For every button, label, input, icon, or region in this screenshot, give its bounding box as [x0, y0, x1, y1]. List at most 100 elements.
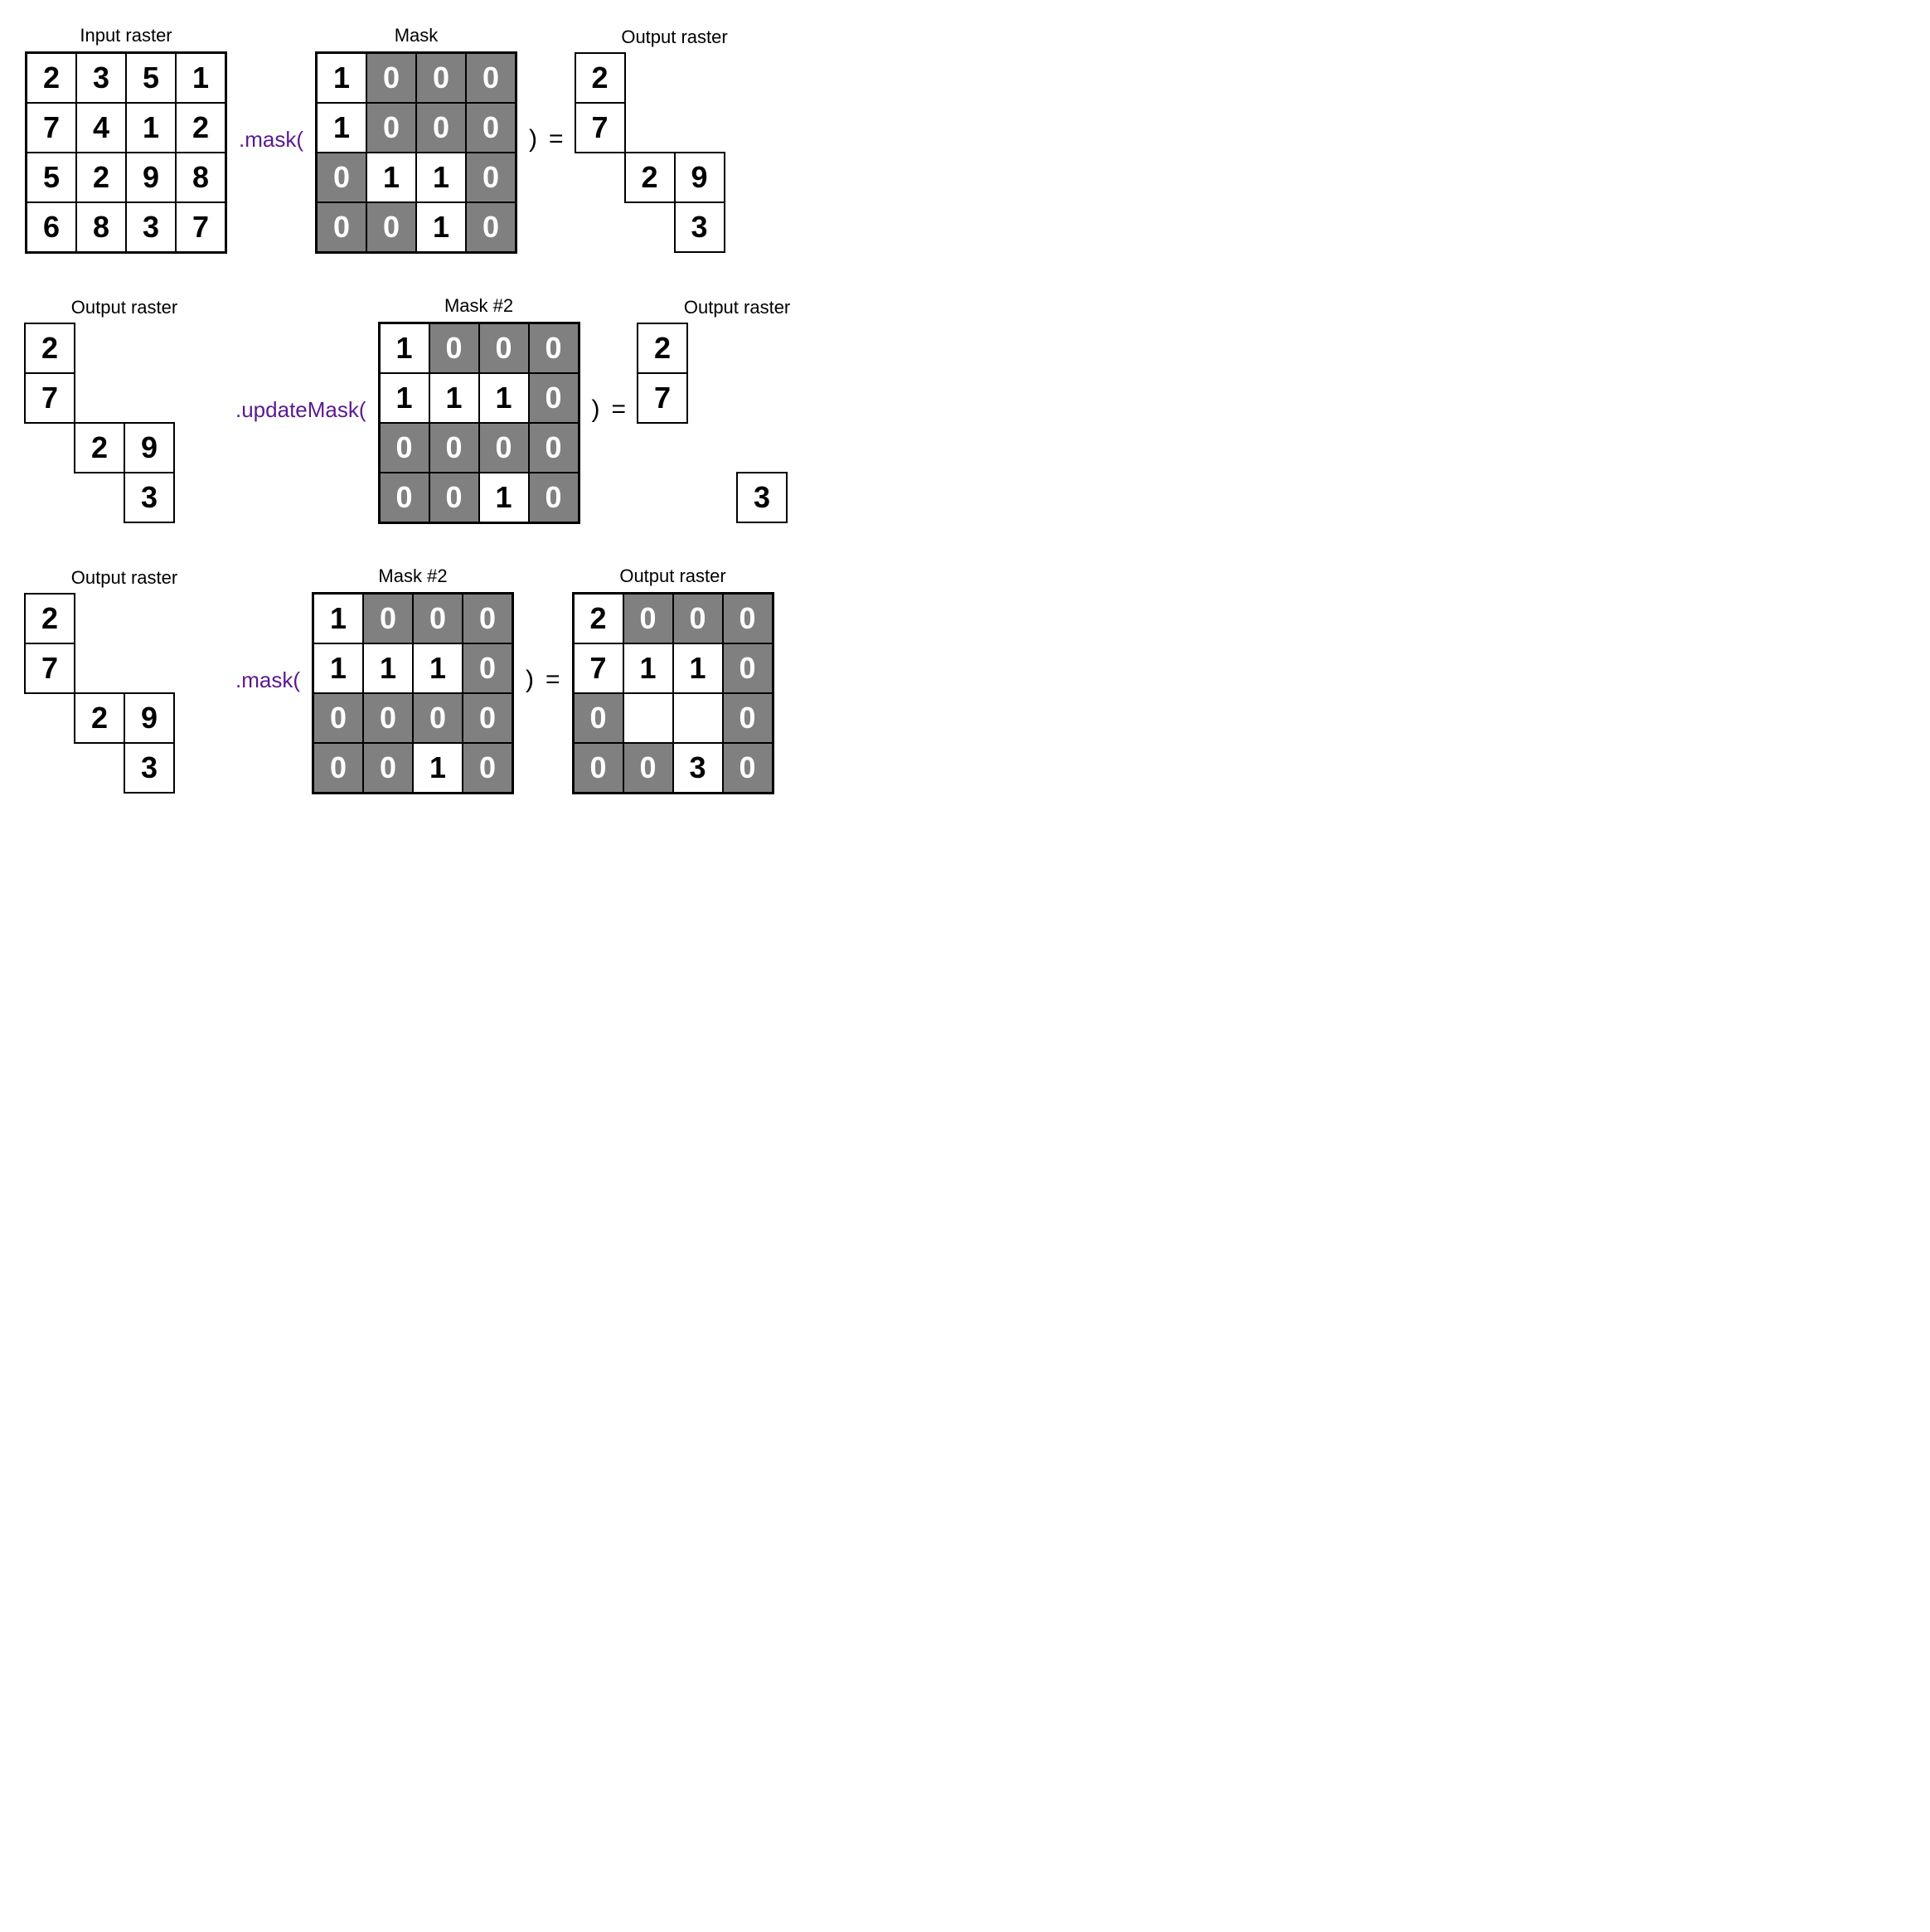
mask-cell: 0 — [465, 152, 516, 203]
mask-cell: 0 — [379, 422, 430, 473]
output-cell — [674, 102, 725, 153]
grid-cell: 1 — [175, 52, 226, 104]
input-raster-grid-1: 2351741252986837 — [25, 51, 227, 254]
output-cell: 3 — [672, 742, 724, 794]
mask-cell: 0 — [462, 692, 513, 744]
output-cell — [124, 372, 175, 424]
mask-block-2: Mask #2 1000111000000010 — [378, 295, 580, 524]
input-raster-grid-3: 27293 — [25, 594, 224, 793]
output-cell: 2 — [624, 152, 676, 203]
output-cell: 0 — [573, 692, 624, 744]
output-cell — [686, 472, 738, 523]
close-paren-3: ) — [526, 580, 534, 779]
output-cell — [674, 52, 725, 104]
mask-grid-1: 1000100001100010 — [315, 51, 517, 254]
grid-cell: 8 — [175, 152, 226, 203]
output-cell — [74, 643, 125, 694]
mask-cell: 0 — [415, 52, 467, 104]
mask-cell: 0 — [429, 472, 480, 523]
mask-cell: 0 — [478, 422, 530, 473]
mask-title-2: Mask #2 — [444, 295, 513, 317]
output-cell — [624, 52, 676, 104]
output-cell — [686, 323, 738, 374]
mask-cell: 0 — [412, 593, 463, 644]
input-raster-grid-2: 27293 — [25, 323, 224, 522]
mask-cell: 1 — [478, 472, 530, 523]
output-cell — [786, 372, 837, 424]
close-paren-1: ) — [529, 40, 537, 239]
output-cell — [24, 472, 75, 523]
output-cell: 2 — [637, 323, 688, 374]
output-cell: 3 — [736, 472, 788, 523]
output-cell: 7 — [637, 372, 688, 424]
output-cell — [173, 422, 225, 473]
equals-2: = — [612, 310, 627, 509]
output-cell — [686, 422, 738, 473]
output-cell — [623, 692, 674, 744]
input-raster-block-1: Input raster 2351741252986837 — [25, 25, 227, 254]
mask-cell: 1 — [478, 372, 530, 424]
grid-cell: 5 — [125, 52, 177, 104]
mask-cell: 0 — [366, 52, 417, 104]
input-raster-block-3: Output raster 27293 — [25, 567, 224, 793]
grid-cell: 3 — [75, 52, 127, 104]
output-cell — [173, 643, 225, 694]
op-updatemask: .updateMask( — [235, 310, 366, 509]
mask-cell: 0 — [429, 323, 480, 374]
mask-title-1: Mask — [395, 25, 439, 46]
grid-cell: 3 — [125, 201, 177, 253]
mask-cell: 0 — [366, 201, 417, 253]
equals-1: = — [549, 40, 564, 239]
output-raster-grid-3: 20007110000030 — [572, 592, 774, 794]
mask-cell: 1 — [412, 643, 463, 694]
output-cell — [686, 372, 738, 424]
mask-cell: 0 — [313, 692, 364, 744]
mask-cell: 0 — [429, 422, 480, 473]
output-cell — [637, 472, 688, 523]
grid-cell: 5 — [26, 152, 77, 203]
mask-cell: 0 — [478, 323, 530, 374]
output-cell — [786, 472, 837, 523]
output-raster-block-1: Output raster 27293 — [575, 27, 774, 252]
output-cell: 0 — [623, 742, 674, 794]
mask-cell: 1 — [362, 643, 414, 694]
output-raster-title-1: Output raster — [621, 27, 727, 48]
output-cell: 1 — [623, 643, 674, 694]
output-cell — [736, 422, 788, 473]
mask-cell: 0 — [465, 201, 516, 253]
output-cell: 2 — [573, 593, 624, 644]
mask-cell: 1 — [313, 593, 364, 644]
output-cell — [173, 372, 225, 424]
mask-cell: 1 — [412, 742, 463, 794]
op-mask-3: .mask( — [235, 580, 300, 779]
output-cell — [624, 201, 676, 253]
output-cell: 9 — [124, 422, 175, 473]
output-cell: 2 — [74, 422, 125, 473]
mask-cell: 0 — [462, 742, 513, 794]
output-cell — [724, 52, 775, 104]
grid-cell: 9 — [125, 152, 177, 203]
input-raster-title-2: Output raster — [71, 297, 177, 318]
mask-block-1: Mask 1000100001100010 — [315, 25, 517, 254]
grid-cell: 2 — [26, 52, 77, 104]
output-cell: 3 — [124, 742, 175, 794]
mask-cell: 0 — [362, 593, 414, 644]
output-cell — [173, 742, 225, 794]
output-cell: 2 — [24, 593, 75, 644]
output-cell — [736, 372, 788, 424]
mask-cell: 0 — [412, 692, 463, 744]
mask-cell: 1 — [415, 152, 467, 203]
output-cell: 7 — [24, 643, 75, 694]
mask-cell: 0 — [316, 201, 367, 253]
output-cell: 0 — [573, 742, 624, 794]
grid-cell: 7 — [175, 201, 226, 253]
output-cell: 2 — [575, 52, 626, 104]
mask-cell: 1 — [379, 323, 430, 374]
output-cell: 2 — [24, 323, 75, 374]
mask-cell: 1 — [379, 372, 430, 424]
grid-cell: 2 — [175, 102, 226, 153]
output-cell — [724, 201, 775, 253]
mask-cell: 0 — [362, 742, 414, 794]
output-raster-grid-2: 273 — [638, 323, 836, 522]
output-cell — [786, 323, 837, 374]
